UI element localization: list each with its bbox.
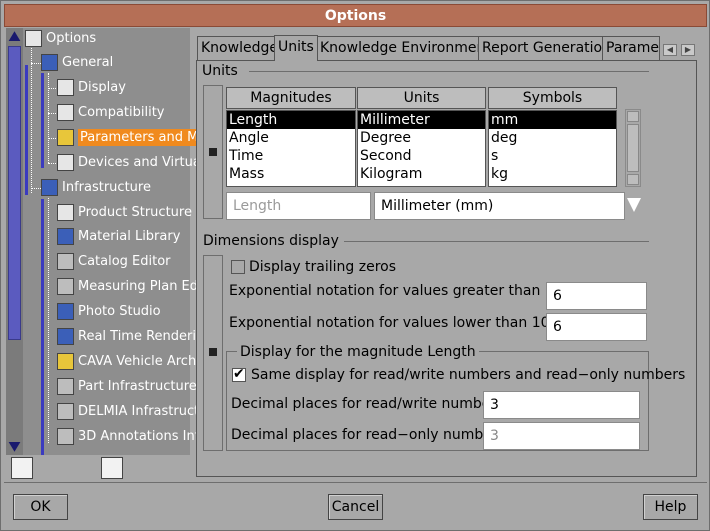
cancel-button[interactable]: Cancel <box>328 494 383 520</box>
tree-item-measuring-plan[interactable]: Measuring Plan Edi <box>57 276 202 298</box>
same-display-checkbox[interactable] <box>232 366 246 382</box>
header-symbols[interactable]: Symbols <box>488 87 617 109</box>
tree-item-general[interactable]: General <box>41 52 113 74</box>
options-window: Options Options General Display Compatib… <box>0 0 710 531</box>
scroll-up-icon[interactable] <box>8 31 21 42</box>
decimal-ro-field: 3 <box>483 422 640 450</box>
tree-item-display[interactable]: Display <box>57 77 126 99</box>
general-icon <box>41 54 58 71</box>
tree-item-options[interactable]: Options <box>25 28 96 50</box>
table-row[interactable]: Length <box>227 111 355 129</box>
table-row[interactable]: mm <box>489 111 616 129</box>
table-row[interactable]: Kilogram <box>358 165 485 183</box>
table-row[interactable]: Millimeter <box>358 111 485 129</box>
tree-item-infrastructure[interactable]: Infrastructure <box>41 177 151 199</box>
tab-knowledge[interactable]: Knowledge <box>197 36 282 60</box>
table-row[interactable]: Degree <box>358 129 485 147</box>
measuring-plan-icon <box>57 278 74 295</box>
scroll-thumb[interactable] <box>8 46 21 340</box>
tree-item-3d-annotations[interactable]: 3D Annotations Infr <box>57 426 205 448</box>
table-row[interactable]: s <box>489 147 616 165</box>
dimensions-group-label: Dimensions display <box>203 233 339 249</box>
real-time-rendering-icon <box>57 328 74 345</box>
units-panel-grip[interactable] <box>203 85 223 219</box>
photo-studio-icon <box>57 303 74 320</box>
tree-item-delmia[interactable]: DELMIA Infrastructu <box>57 401 207 423</box>
decimal-rw-field[interactable]: 3 <box>483 391 640 419</box>
units-group-label: Units <box>202 63 238 79</box>
catalog-editor-icon <box>57 253 74 270</box>
tree-item-catalog-editor[interactable]: Catalog Editor <box>57 251 171 273</box>
reset-icon[interactable] <box>101 457 123 479</box>
tab-units[interactable]: Units <box>274 35 318 61</box>
tree-scrollbar[interactable] <box>6 28 23 455</box>
parameters-icon <box>57 129 74 146</box>
magnitude-field: Length <box>226 192 371 220</box>
tree-item-material-library[interactable]: Material Library <box>57 226 180 248</box>
compatibility-icon <box>57 104 74 121</box>
magnitudes-column: Length Angle Time Mass <box>226 110 356 187</box>
tree-item-photo-studio[interactable]: Photo Studio <box>57 301 161 323</box>
options-icon <box>25 30 42 47</box>
exp-lower-field[interactable]: 6 <box>546 313 647 341</box>
part-infrastructure-icon <box>57 378 74 395</box>
table-row[interactable]: Time <box>227 147 355 165</box>
dimensions-panel-grip[interactable] <box>203 255 223 451</box>
tab-right-icon[interactable]: ▶ <box>681 44 695 56</box>
tab-report-generation[interactable]: Report Generation <box>478 36 615 60</box>
trailing-zeros-label: Display trailing zeros <box>249 259 397 275</box>
magnitude-group-label: Display for the magnitude Length <box>237 344 479 360</box>
chevron-down-icon[interactable] <box>626 195 642 215</box>
material-library-icon <box>57 228 74 245</box>
tree-item-parameters[interactable]: Parameters and Mea <box>57 127 217 149</box>
tree-item-real-time-rendering[interactable]: Real Time Renderin <box>57 326 204 348</box>
same-display-label: Same display for read/write numbers and … <box>251 367 686 383</box>
display-icon <box>57 79 74 96</box>
window-title: Options <box>4 4 707 27</box>
help-button[interactable]: Help <box>643 494 698 520</box>
tree-item-cava[interactable]: CAVA Vehicle Arch <box>57 351 196 373</box>
decimal-ro-label: Decimal places for read−only numbers <box>231 427 505 443</box>
exp-greater-field[interactable]: 6 <box>546 282 647 310</box>
tree-item-product-structure[interactable]: Product Structure <box>57 202 192 224</box>
tree-item-part-infrastructure[interactable]: Part Infrastructure <box>57 376 197 398</box>
table-row[interactable]: kg <box>489 165 616 183</box>
scroll-up-icon[interactable] <box>627 111 639 122</box>
units-table-scrollbar[interactable] <box>625 109 641 187</box>
exp-lower-label: Exponential notation for values lower th… <box>229 315 570 331</box>
scroll-thumb[interactable] <box>627 124 639 172</box>
ok-button[interactable]: OK <box>13 494 68 520</box>
scroll-down-icon[interactable] <box>8 441 21 452</box>
devices-icon <box>57 154 74 171</box>
annotations-icon <box>57 428 74 445</box>
trailing-zeros-checkbox[interactable] <box>231 260 245 274</box>
units-column: Millimeter Degree Second Kilogram <box>357 110 486 187</box>
exp-greater-label: Exponential notation for values greater … <box>229 283 583 299</box>
scroll-down-icon[interactable] <box>627 174 639 185</box>
tree-item-compatibility[interactable]: Compatibility <box>57 102 165 124</box>
delmia-icon <box>57 403 74 420</box>
header-magnitudes[interactable]: Magnitudes <box>226 87 356 109</box>
table-row[interactable]: Mass <box>227 165 355 183</box>
table-row[interactable]: deg <box>489 129 616 147</box>
symbols-column: mm deg s kg <box>488 110 617 187</box>
decimal-rw-label: Decimal places for read/write numbers <box>231 396 504 412</box>
product-structure-icon <box>57 204 74 221</box>
tab-knowledge-environment[interactable]: Knowledge Environment <box>316 36 495 60</box>
unit-select[interactable]: Millimeter (mm) <box>374 192 625 220</box>
tab-left-icon[interactable]: ◀ <box>663 44 677 56</box>
tree-item-devices[interactable]: Devices and Virtual <box>57 152 204 174</box>
home-icon[interactable] <box>11 457 33 479</box>
infrastructure-icon <box>41 179 58 196</box>
table-row[interactable]: Angle <box>227 129 355 147</box>
header-units[interactable]: Units <box>357 87 486 109</box>
tab-parameters[interactable]: Paramet <box>602 36 660 60</box>
table-row[interactable]: Second <box>358 147 485 165</box>
cava-icon <box>57 353 74 370</box>
